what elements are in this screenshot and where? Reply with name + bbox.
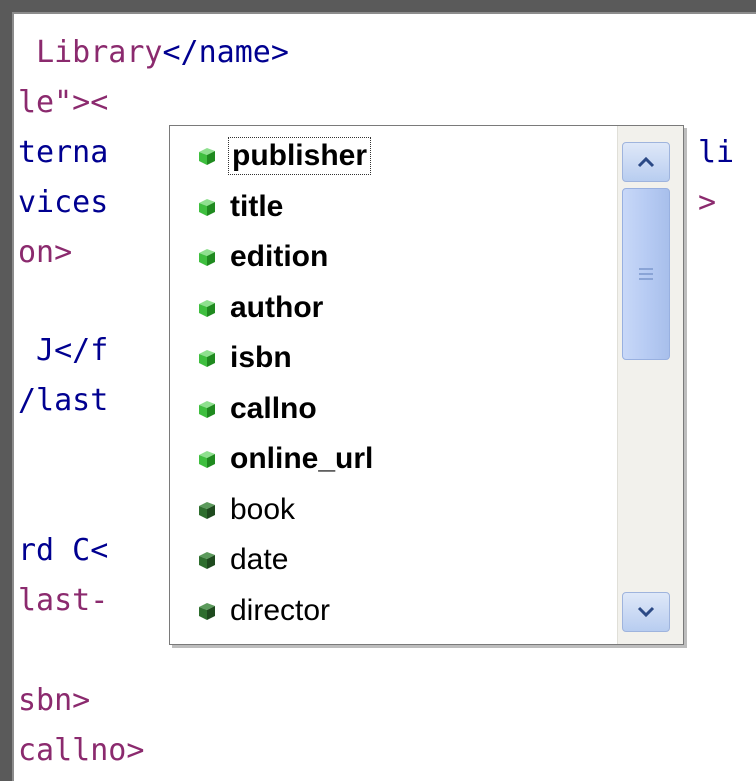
green-cube-icon — [199, 451, 215, 468]
autocomplete-item[interactable]: publisher — [196, 134, 372, 178]
chevron-down-icon — [637, 606, 655, 618]
autocomplete-item[interactable]: author — [196, 286, 323, 330]
autocomplete-item-label: isbn — [230, 341, 292, 374]
autocomplete-item[interactable]: callno — [196, 387, 317, 431]
green-cube-icon — [199, 249, 215, 266]
chevron-up-icon — [637, 156, 655, 168]
code-line: vices — [18, 185, 109, 220]
scroll-down-button[interactable] — [622, 592, 670, 632]
autocomplete-item-label: title — [230, 189, 284, 223]
autocomplete-item-label: callno — [230, 391, 317, 425]
autocomplete-popup[interactable]: publisher title edition author isbn callno onl… — [169, 125, 684, 645]
autocomplete-item[interactable]: director — [196, 589, 330, 633]
autocomplete-item-label: author — [230, 290, 324, 324]
autocomplete-item-label: director — [230, 593, 331, 627]
autocomplete-item-label: online_url — [230, 442, 374, 475]
autocomplete-item[interactable]: book — [196, 488, 295, 532]
autocomplete-item[interactable]: isbn — [196, 336, 292, 380]
code-fragment-right: li — [698, 135, 735, 170]
code-line: terna — [18, 135, 109, 170]
code-line: callno> — [18, 733, 145, 768]
autocomplete-item-label: publisher — [227, 137, 372, 175]
green-cube-icon — [199, 148, 215, 165]
dark-green-cube-icon — [199, 602, 215, 620]
autocomplete-item[interactable]: title — [196, 185, 283, 229]
autocomplete-item[interactable]: date — [196, 538, 288, 582]
dark-green-cube-icon — [199, 552, 215, 569]
code-line: /last — [18, 383, 109, 418]
green-cube-icon — [199, 350, 215, 367]
green-cube-icon — [199, 299, 215, 317]
grip-icon — [639, 265, 653, 283]
dark-green-cube-icon — [199, 501, 215, 519]
code-line: on> — [18, 235, 73, 270]
code-line: last- — [18, 583, 109, 618]
code-line: Library</name> — [36, 35, 289, 70]
green-cube-icon — [199, 400, 215, 418]
scrollbar[interactable] — [617, 126, 683, 644]
autocomplete-item-label: edition — [230, 240, 329, 273]
code-fragment-right: > — [698, 185, 717, 220]
autocomplete-item-label: book — [230, 492, 296, 526]
code-line: le">< — [18, 85, 109, 120]
autocomplete-item[interactable]: online_url — [196, 437, 373, 481]
green-cube-icon — [199, 198, 215, 216]
autocomplete-item[interactable]: edition — [196, 235, 328, 279]
autocomplete-item-label: date — [230, 543, 289, 576]
code-line: J</f — [18, 333, 109, 368]
code-line: rd C< — [18, 533, 109, 568]
scroll-thumb[interactable] — [622, 188, 670, 360]
scroll-up-button[interactable] — [622, 142, 670, 182]
code-line: sbn> — [18, 683, 91, 718]
